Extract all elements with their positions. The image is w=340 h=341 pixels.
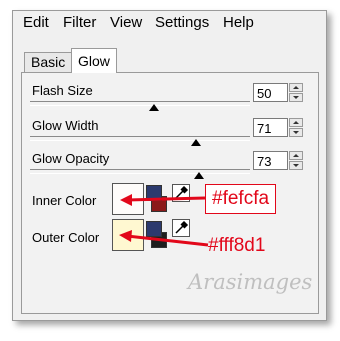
outer-hex-note: #fff8d1 (208, 235, 266, 256)
inner-arrow-line (126, 196, 206, 202)
outer-arrow-line (126, 234, 209, 247)
watermark-logo: Arasimages (188, 270, 313, 294)
tab-glow[interactable]: Glow (71, 48, 117, 73)
inner-arrow-head (120, 194, 132, 206)
outer-arrow-head (119, 230, 132, 242)
